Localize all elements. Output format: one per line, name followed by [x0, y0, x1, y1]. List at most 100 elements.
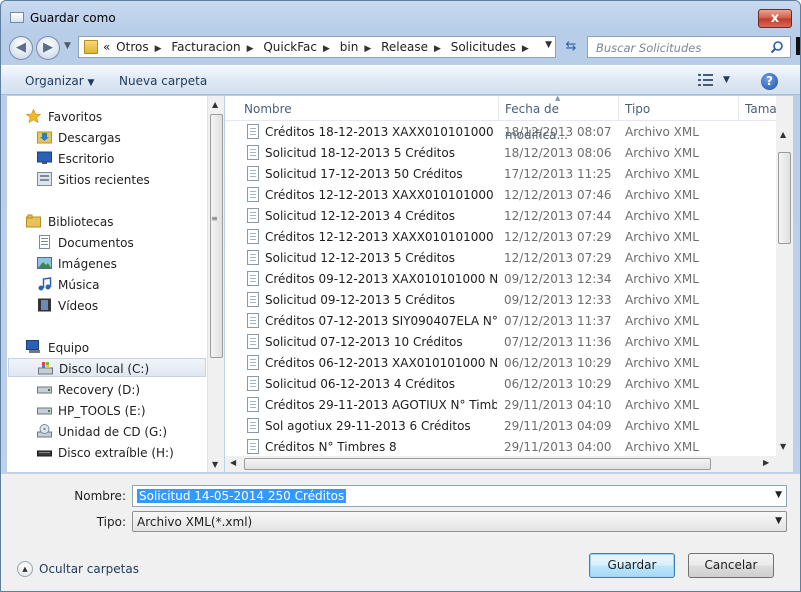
file-name: Créditos 29-11-2013 AGOTIUX N° Timbre... [265, 398, 497, 412]
file-row[interactable]: Créditos 29-11-2013 AGOTIUX N° Timbre...… [241, 394, 777, 415]
organize-button[interactable]: Organizar ▼ [25, 74, 94, 88]
chevron-down-icon: ▼ [87, 78, 95, 88]
file-row[interactable]: Solicitud 09-12-2013 5 Créditos 09/12/201… [241, 289, 777, 310]
file-name: Solicitud 12-12-2013 4 Créditos [265, 209, 455, 223]
file-list-vertical-scrollbar[interactable]: ▲ ▼ [776, 96, 793, 456]
file-row[interactable]: Créditos N° Timbres 8 29/11/2013 04:00 ..… [241, 436, 777, 457]
cancel-button[interactable]: Cancelar [688, 553, 774, 578]
windows-drive-icon [38, 362, 53, 375]
file-type: Archivo XML [625, 188, 699, 202]
back-button[interactable]: ◀ [9, 36, 33, 60]
file-name: Solicitud 07-12-2013 10 Créditos [265, 335, 463, 349]
chevron-right-icon[interactable]: ▶ [522, 44, 529, 54]
nav-item-pictures[interactable]: Imágenes [7, 254, 207, 273]
computer-icon [26, 340, 40, 353]
xml-file-icon [247, 355, 259, 370]
chevron-down-icon[interactable]: ▼ [545, 40, 552, 50]
nav-item-recovery[interactable]: Recovery (D:) [7, 380, 207, 399]
star-icon [26, 109, 41, 123]
breadcrumb-item[interactable]: bin [340, 40, 359, 54]
column-date[interactable]: Fecha de modifica... [499, 96, 619, 142]
file-date: 06/12/2013 10:29 ... [504, 356, 616, 370]
file-type-value: Archivo XML(*.xml) [137, 515, 253, 529]
chevron-right-icon[interactable]: ▶ [155, 44, 162, 54]
file-name-input[interactable]: Solicitud 14-05-2014 250 Créditos ▼ [132, 485, 787, 507]
scroll-up-icon[interactable]: ▲ [780, 130, 786, 139]
file-row[interactable]: Créditos 12-12-2013 XAXX010101000 N° ...… [241, 184, 777, 205]
file-type-select[interactable]: Archivo XML(*.xml) ▼ [132, 511, 787, 532]
scroll-thumb[interactable] [778, 152, 791, 244]
breadcrumb-item[interactable]: Release [381, 40, 428, 54]
recent-locations-icon[interactable]: ▼ [64, 41, 71, 51]
address-bar[interactable]: « Otros ▶ Facturacion ▶ QuickFac ▶ bin ▶ Rel… [78, 36, 556, 58]
chevron-right-icon[interactable]: ▶ [434, 44, 441, 54]
breadcrumb-item[interactable]: Otros [116, 40, 148, 54]
forward-button[interactable]: ▶ [36, 36, 60, 60]
scroll-down-icon[interactable]: ▼ [780, 442, 786, 451]
file-date: 09/12/2013 12:34 ... [504, 272, 616, 286]
scroll-right-icon[interactable]: ▶ [763, 458, 769, 467]
nav-item-videos[interactable]: Vídeos [7, 296, 207, 315]
column-type[interactable]: Tipo [619, 96, 739, 121]
scroll-thumb[interactable] [244, 458, 711, 470]
breadcrumb-overflow[interactable]: « [103, 40, 110, 54]
column-name[interactable]: Nombre [238, 96, 499, 121]
nav-item-local-disk[interactable]: Disco local (C:) [8, 358, 206, 377]
file-type: Archivo XML [625, 440, 699, 454]
nav-item-downloads[interactable]: Descargas [7, 128, 207, 147]
nav-favorites[interactable]: Favoritos [7, 107, 207, 126]
file-row[interactable]: Solicitud 18-12-2013 5 Créditos 18/12/201… [241, 142, 777, 163]
refresh-icon[interactable]: ⇆ [560, 37, 582, 57]
chevron-down-icon[interactable]: ▼ [775, 516, 782, 526]
save-button[interactable]: Guardar [589, 553, 675, 578]
nav-libraries[interactable]: Bibliotecas [7, 212, 207, 231]
new-folder-button[interactable]: Nueva carpeta [119, 74, 207, 88]
file-row[interactable]: Créditos 18-12-2013 XAXX010101000 N° ...… [241, 121, 777, 142]
close-button[interactable]: x [758, 9, 792, 28]
file-row[interactable]: Solicitud 12-12-2013 4 Créditos 12/12/201… [241, 205, 777, 226]
scroll-left-icon[interactable]: ◀ [230, 458, 236, 467]
file-row[interactable]: Créditos 06-12-2013 XAX010101000 N° Ti..… [241, 352, 777, 373]
views-icon[interactable] [698, 74, 714, 86]
chevron-down-icon[interactable]: ▼ [723, 75, 730, 85]
breadcrumb-item[interactable]: Facturacion [171, 40, 240, 54]
nav-computer[interactable]: Equipo [7, 338, 207, 357]
file-row[interactable]: Créditos 07-12-2013 SIY090407ELA N° Ti..… [241, 310, 777, 331]
search-input[interactable]: Buscar Solicitudes [587, 36, 791, 58]
documents-icon [39, 235, 50, 249]
scroll-down-icon[interactable]: ▼ [212, 460, 218, 469]
file-row[interactable]: Solicitud 06-12-2013 4 Créditos 06/12/201… [241, 373, 777, 394]
file-list-horizontal-scrollbar[interactable]: ◀ ▶ [225, 456, 776, 472]
breadcrumb-item[interactable]: QuickFac [263, 40, 317, 54]
scroll-thumb[interactable] [210, 114, 223, 358]
chevron-right-icon[interactable]: ▶ [364, 44, 371, 54]
xml-file-icon [247, 166, 259, 181]
help-button[interactable]: ? [761, 73, 778, 90]
chevron-right-icon[interactable]: ▶ [247, 44, 254, 54]
breadcrumb-item[interactable]: Solicitudes [451, 40, 516, 54]
nav-item-documents[interactable]: Documentos [7, 233, 207, 252]
xml-file-icon [247, 418, 259, 433]
window-edge [796, 37, 800, 55]
nav-item-music[interactable]: Música [7, 275, 207, 294]
chevron-down-icon[interactable]: ▼ [775, 490, 782, 500]
file-row[interactable]: Solicitud 07-12-2013 10 Créditos 07/12/20… [241, 331, 777, 352]
file-row[interactable]: Solicitud 12-12-2013 5 Créditos 12/12/201… [241, 247, 777, 268]
nav-item-removable[interactable]: Disco extraíble (H:) [7, 443, 207, 462]
scroll-up-icon[interactable]: ▲ [212, 100, 218, 109]
search-icon[interactable] [770, 40, 784, 54]
nav-item-cd-drive[interactable]: Unidad de CD (G:) [7, 422, 207, 441]
nav-label: Sitios recientes [58, 173, 150, 187]
column-size[interactable]: Tama [739, 96, 779, 121]
nav-item-hp-tools[interactable]: HP_TOOLS (E:) [7, 401, 207, 420]
file-row[interactable]: Créditos 12-12-2013 XAXX010101000 N° ...… [241, 226, 777, 247]
file-row[interactable]: Sol agotiux 29-11-2013 6 Créditos 29/11/2… [241, 415, 777, 436]
nav-item-recent-places[interactable]: Sitios recientes [7, 170, 207, 189]
file-row[interactable]: Solicitud 17-12-2013 50 Créditos 17/12/20… [241, 163, 777, 184]
nav-item-desktop[interactable]: Escritorio [7, 149, 207, 168]
chevron-right-icon[interactable]: ▶ [323, 44, 330, 54]
file-name-label: Nombre: [74, 489, 126, 503]
file-row[interactable]: Créditos 09-12-2013 XAX010101000 N° Ti..… [241, 268, 777, 289]
save-form: Nombre: Solicitud 14-05-2014 250 Crédito… [1, 473, 800, 591]
nav-scrollbar[interactable]: ▲ ≡ ▼ [207, 96, 224, 472]
